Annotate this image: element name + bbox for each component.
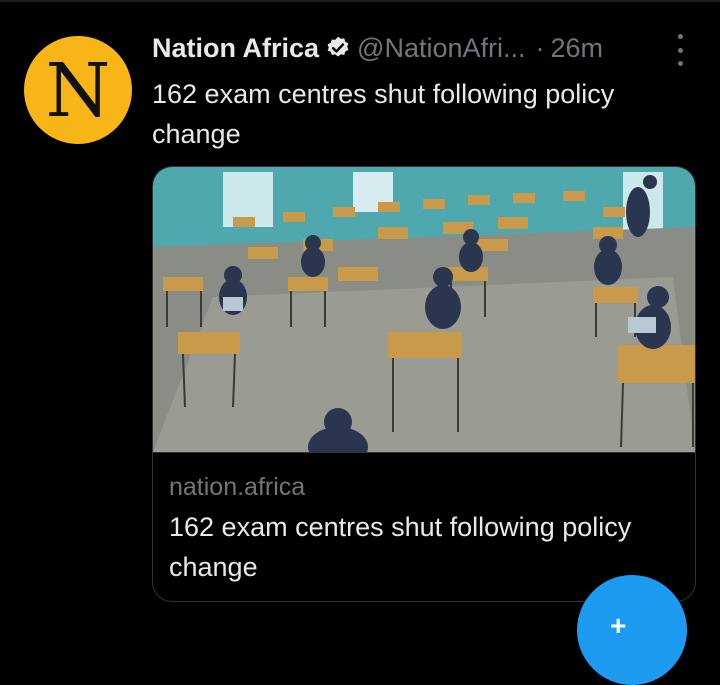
compose-button[interactable]: [577, 575, 687, 685]
tweet-text: 162 exam centres shut following policy c…: [152, 79, 615, 149]
more-vertical-icon[interactable]: [670, 34, 690, 66]
handle[interactable]: @NationAfri...: [357, 33, 525, 64]
separator-dot: ·: [535, 32, 545, 63]
card-title: 162 exam centres shut following policy c…: [169, 512, 632, 582]
avatar-letter: N: [45, 48, 111, 134]
tweet-header: Nation Africa @NationAfri... · 26m: [152, 28, 712, 68]
card-divider: [153, 452, 695, 453]
card-domain: nation.africa: [169, 473, 306, 501]
card-image: [153, 167, 695, 452]
top-divider: [0, 0, 720, 2]
link-card[interactable]: nation.africa 162 exam centres shut foll…: [152, 166, 696, 602]
display-name[interactable]: Nation Africa: [152, 33, 319, 64]
compose-icon: +: [610, 610, 627, 641]
avatar[interactable]: N: [24, 36, 132, 144]
verified-badge-icon: [325, 35, 351, 61]
timestamp[interactable]: 26m: [551, 33, 604, 64]
